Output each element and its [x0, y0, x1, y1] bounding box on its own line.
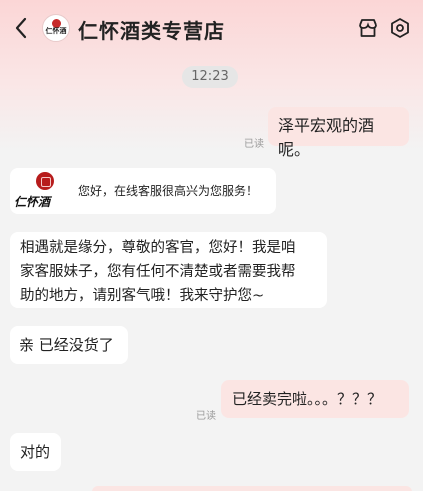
message-line: 相遇就是缘分，尊敬的客官，您好！我是咱 — [20, 240, 296, 256]
message-line: 助的地方，请别客气哦！我来守护您~ — [20, 288, 265, 304]
seal-icon — [36, 172, 54, 190]
store-button[interactable] — [357, 17, 379, 39]
store-icon — [359, 19, 377, 37]
message-text: 已经卖完啦。。。？？？ — [232, 390, 383, 408]
timestamp: 12:23 — [182, 66, 238, 88]
chevron-left-icon — [15, 17, 27, 39]
message-text: 对的 — [20, 443, 51, 461]
back-button[interactable] — [10, 15, 32, 41]
message-bubble-outgoing[interactable]: 已经卖完啦。。。？？？ — [221, 380, 409, 418]
hexagon-gear-icon — [391, 18, 409, 38]
shop-avatar-logo: 仁怀酒 — [45, 26, 67, 35]
message-text: 泽平宏观的酒呢。 — [278, 116, 375, 159]
welcome-card[interactable]: 仁怀酒 您好，在线客服很高兴为您服务！ — [10, 168, 276, 214]
message-line: 家客服妹子，您有任何不清楚或者需要我帮 — [20, 264, 296, 280]
read-status: 已读 — [196, 411, 216, 422]
next-message-bubble-edge — [92, 486, 412, 491]
read-status: 已读 — [244, 139, 264, 150]
message-bubble-incoming[interactable]: 相遇就是缘分，尊敬的客官，您好！我是咱 家客服妹子，您有任何不清楚或者需要我帮 … — [10, 232, 327, 308]
message-bubble-incoming[interactable]: 亲 已经没货了 — [10, 326, 128, 364]
shop-name[interactable]: 仁怀酒类专营店 — [78, 15, 225, 44]
message-bubble-outgoing[interactable]: 泽平宏观的酒呢。 — [268, 107, 409, 159]
chat-header: 仁怀酒 仁怀酒类专营店 — [0, 0, 423, 56]
brand-logo: 仁怀酒 — [14, 170, 74, 212]
shop-avatar[interactable]: 仁怀酒 — [42, 14, 70, 42]
message-bubble-incoming[interactable]: 对的 — [10, 433, 61, 471]
message-text: 亲 已经没货了 — [19, 336, 114, 354]
settings-button[interactable] — [389, 17, 411, 39]
brand-logo-text: 仁怀酒 — [14, 195, 51, 209]
welcome-text: 您好，在线客服很高兴为您服务！ — [78, 184, 259, 198]
